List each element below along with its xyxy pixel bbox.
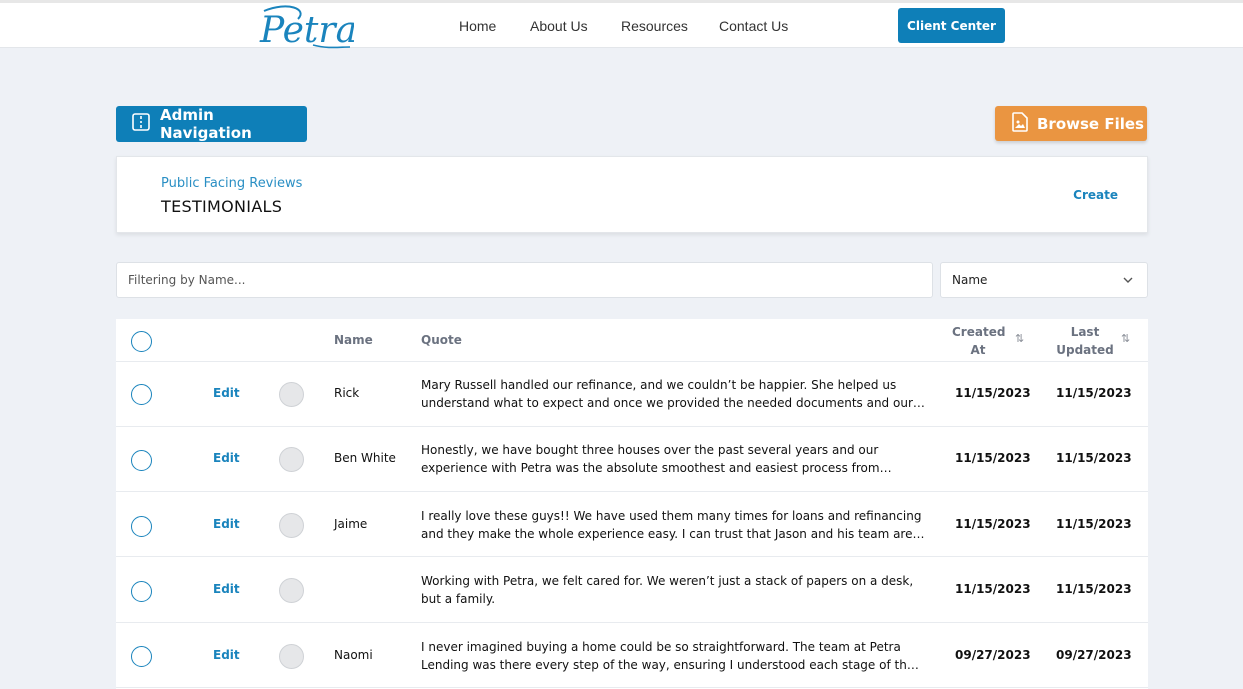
filter-field-select[interactable]: Name (940, 262, 1148, 298)
page-subtitle: Public Facing Reviews (161, 176, 303, 191)
row-select-radio[interactable] (131, 516, 152, 537)
row-name: Naomi (334, 648, 373, 662)
sort-arrows-icon[interactable]: ⇅ (1121, 332, 1130, 345)
row-last-updated: 11/15/2023 (1056, 386, 1132, 400)
edit-link[interactable]: Edit (213, 451, 240, 465)
sidebar-panel-icon (131, 112, 151, 136)
row-select-radio[interactable] (131, 581, 152, 602)
chevron-down-icon (1122, 274, 1134, 289)
row-last-updated: 09/27/2023 (1056, 648, 1132, 662)
testimonials-header-card: Public Facing Reviews TESTIMONIALS Creat… (116, 156, 1148, 233)
row-last-updated: 11/15/2023 (1056, 582, 1132, 596)
row-quote: Honestly, we have bought three houses ov… (421, 443, 880, 475)
row-created-at: 11/15/2023 (955, 451, 1031, 465)
table-row: Edit Working with Petra, we felt cared f… (116, 558, 1148, 623)
page-title: TESTIMONIALS (161, 197, 283, 216)
table-header: Name Quote Created At ⇅ Last Updated ⇅ (116, 319, 1148, 362)
filter-select-value: Name (952, 273, 988, 287)
row-name: Ben White (334, 451, 396, 465)
table-row: Edit Rick Mary Russell handled our refin… (116, 362, 1148, 427)
browse-files-button[interactable]: Browse Files (995, 106, 1147, 141)
column-created-at[interactable]: Created At (952, 323, 1005, 359)
row-select-radio[interactable] (131, 450, 152, 471)
row-created-at: 11/15/2023 (955, 386, 1031, 400)
petra-logo[interactable]: Petra (258, 3, 357, 51)
browse-files-label: Browse Files (1037, 114, 1144, 133)
edit-link[interactable]: Edit (213, 648, 240, 662)
row-created-at: 09/27/2023 (955, 648, 1031, 662)
client-center-button[interactable]: Client Center (898, 8, 1005, 43)
row-quote: I never imagined buying a home could be … (421, 640, 915, 672)
nav-home[interactable]: Home (459, 18, 496, 34)
row-name: Rick (334, 386, 360, 400)
edit-link[interactable]: Edit (213, 582, 240, 596)
row-quote: Working with Petra, we felt cared for. W… (421, 574, 914, 606)
row-created-at: 11/15/2023 (955, 517, 1031, 531)
petra-logo-mark: Petra (259, 5, 357, 51)
avatar (279, 513, 304, 538)
edit-link[interactable]: Edit (213, 386, 240, 400)
row-name: Jaime (334, 517, 368, 531)
create-link[interactable]: Create (1073, 188, 1118, 202)
edit-link[interactable]: Edit (213, 517, 240, 531)
svg-text:Petra: Petra (259, 10, 354, 51)
file-image-icon (1011, 111, 1029, 136)
column-name[interactable]: Name (334, 333, 373, 347)
table-row: Edit Jaime I really love these guys!! We… (116, 492, 1148, 557)
row-last-updated: 11/15/2023 (1056, 451, 1132, 465)
testimonials-table: Name Quote Created At ⇅ Last Updated ⇅ E… (116, 319, 1148, 689)
row-select-radio[interactable] (131, 646, 152, 667)
avatar (279, 447, 304, 472)
row-quote: Mary Russell handled our refinance, and … (421, 378, 925, 410)
nav-resources[interactable]: Resources (621, 18, 688, 34)
table-row: Edit Ben White Honestly, we have bought … (116, 427, 1148, 492)
avatar (279, 644, 304, 669)
column-quote[interactable]: Quote (421, 333, 462, 347)
table-row: Edit Naomi I never imagined buying a hom… (116, 623, 1148, 688)
row-quote: I really love these guys!! We have used … (421, 509, 922, 541)
top-navbar: Petra Home About Us Resources Contact Us… (0, 0, 1243, 51)
row-select-radio[interactable] (131, 384, 152, 405)
row-last-updated: 11/15/2023 (1056, 517, 1132, 531)
admin-navigation-label: Admin Navigation (160, 106, 252, 142)
avatar (279, 578, 304, 603)
admin-navigation-button[interactable]: Admin Navigation (116, 106, 307, 142)
row-created-at: 11/15/2023 (955, 582, 1031, 596)
column-last-updated[interactable]: Last Updated (1054, 323, 1116, 359)
sort-arrows-icon[interactable]: ⇅ (1015, 332, 1024, 345)
nav-about-us[interactable]: About Us (530, 18, 588, 34)
nav-contact-us[interactable]: Contact Us (719, 18, 788, 34)
filter-name-input[interactable] (116, 262, 933, 298)
avatar (279, 382, 304, 407)
select-all-radio[interactable] (131, 331, 152, 352)
